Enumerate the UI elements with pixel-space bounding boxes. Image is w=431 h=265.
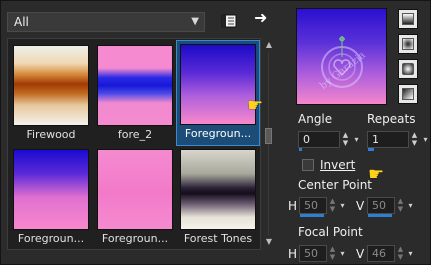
- gradient-preview[interactable]: by Garazia: [296, 8, 387, 105]
- repeats-level-bar: [368, 148, 374, 151]
- book-icon[interactable]: [220, 12, 238, 30]
- scroll-down-icon[interactable]: ▼: [265, 238, 273, 246]
- spin-down-icon: ▼: [329, 205, 336, 213]
- gradient-tile-forest-tones[interactable]: Forest Tones: [177, 146, 259, 250]
- spin-up-icon: ▲: [342, 131, 349, 139]
- center-point-label: Center Point: [298, 178, 372, 192]
- spin-up-icon: ▲: [329, 197, 336, 205]
- center-v-label: V: [356, 199, 365, 213]
- focal-v-input[interactable]: 46: [367, 245, 395, 262]
- focal-h-dropdown-icon[interactable]: ▾: [338, 245, 347, 262]
- center-v-input[interactable]: 50: [367, 197, 395, 214]
- focal-h-input[interactable]: 50: [299, 245, 327, 262]
- spin-down-icon: ▼: [397, 205, 404, 213]
- spin-up-icon: ▲: [411, 131, 418, 139]
- gradient-tile-foreground-selected[interactable]: Foregroun...: [176, 40, 260, 146]
- gradient-swatch: [13, 45, 89, 126]
- sunburst-style-button[interactable]: [398, 59, 418, 79]
- category-dropdown[interactable]: All ▼: [7, 12, 205, 32]
- angle-level-bar: [299, 148, 302, 151]
- arrow-right-icon[interactable]: ➜: [254, 9, 272, 27]
- spin-down-icon: ▼: [329, 253, 336, 261]
- hand-pointer-icon: ☛: [247, 95, 264, 116]
- gradient-label: Firewood: [26, 128, 76, 141]
- focal-point-label: Focal Point: [298, 225, 363, 239]
- watermark-icon: by Garazia: [318, 36, 368, 92]
- center-v-dropdown-icon[interactable]: ▾: [406, 197, 415, 214]
- repeats-label: Repeats: [367, 112, 416, 126]
- invert-label[interactable]: Invert: [320, 158, 355, 172]
- gradient-swatch: [97, 149, 173, 230]
- gradient-swatch: [180, 149, 256, 230]
- gradient-label: fore_2: [117, 128, 153, 141]
- gradient-label: Forest Tones: [183, 232, 253, 245]
- linear-style-button[interactable]: [398, 9, 418, 29]
- category-value: All: [14, 15, 29, 29]
- angle-label: Angle: [298, 112, 333, 126]
- repeats-spinner[interactable]: ▲ ▼: [409, 131, 420, 148]
- center-h-spinner[interactable]: ▲ ▼: [327, 197, 338, 214]
- gradient-tile-foreground[interactable]: Foregroun...: [10, 146, 92, 250]
- gradient-scrollbar[interactable]: [263, 38, 275, 250]
- linear-gradient-icon: [402, 13, 414, 25]
- angle-dropdown-icon[interactable]: ▾: [352, 131, 361, 148]
- center-h-input[interactable]: 50: [299, 197, 327, 214]
- focal-v-label: V: [356, 247, 365, 261]
- focal-h-label: H: [288, 247, 298, 261]
- scroll-up-icon[interactable]: ▲: [265, 41, 273, 49]
- focal-v-spinner[interactable]: ▲ ▼: [395, 245, 406, 262]
- center-h-level-bar: [300, 214, 324, 217]
- gradient-tile-fore-2[interactable]: fore_2: [94, 42, 176, 146]
- spin-up-icon: ▲: [397, 245, 404, 253]
- spin-down-icon: ▼: [411, 139, 418, 147]
- invert-checkbox[interactable]: [302, 159, 314, 171]
- gradient-label: Foregroun...: [184, 127, 252, 140]
- spin-down-icon: ▼: [342, 139, 349, 147]
- gradient-grid: Firewood fore_2 Foregroun... Foregroun..…: [7, 38, 261, 250]
- rectangular-style-button[interactable]: [398, 34, 418, 54]
- spin-down-icon: ▼: [397, 253, 404, 261]
- center-v-spinner[interactable]: ▲ ▼: [395, 197, 406, 214]
- spin-up-icon: ▲: [329, 245, 336, 253]
- center-h-label: H: [288, 199, 298, 213]
- gradient-label: Foregroun...: [101, 232, 169, 245]
- repeats-dropdown-icon[interactable]: ▾: [421, 131, 430, 148]
- gradient-swatch: [13, 149, 89, 230]
- focal-h-spinner[interactable]: ▲ ▼: [327, 245, 338, 262]
- spin-up-icon: ▲: [397, 197, 404, 205]
- radial-style-button[interactable]: [398, 84, 418, 104]
- gradient-tile-foreground[interactable]: Foregroun...: [94, 146, 176, 250]
- sunburst-gradient-icon: [402, 63, 414, 75]
- center-v-level-bar: [368, 214, 392, 217]
- rectangular-gradient-icon: [402, 38, 414, 50]
- radial-gradient-icon: [402, 88, 414, 100]
- focal-v-dropdown-icon[interactable]: ▾: [406, 245, 415, 262]
- gradient-swatch: [180, 44, 256, 125]
- gradient-swatch: [97, 45, 173, 126]
- gradient-tile-firewood[interactable]: Firewood: [10, 42, 92, 146]
- gradient-label: Foregroun...: [17, 232, 85, 245]
- chevron-down-icon: ▼: [191, 16, 199, 27]
- repeats-input[interactable]: 1: [367, 131, 409, 148]
- angle-input[interactable]: 0: [298, 131, 340, 148]
- scroll-thumb[interactable]: [265, 128, 272, 144]
- angle-spinner[interactable]: ▲ ▼: [340, 131, 351, 148]
- center-h-dropdown-icon[interactable]: ▾: [338, 197, 347, 214]
